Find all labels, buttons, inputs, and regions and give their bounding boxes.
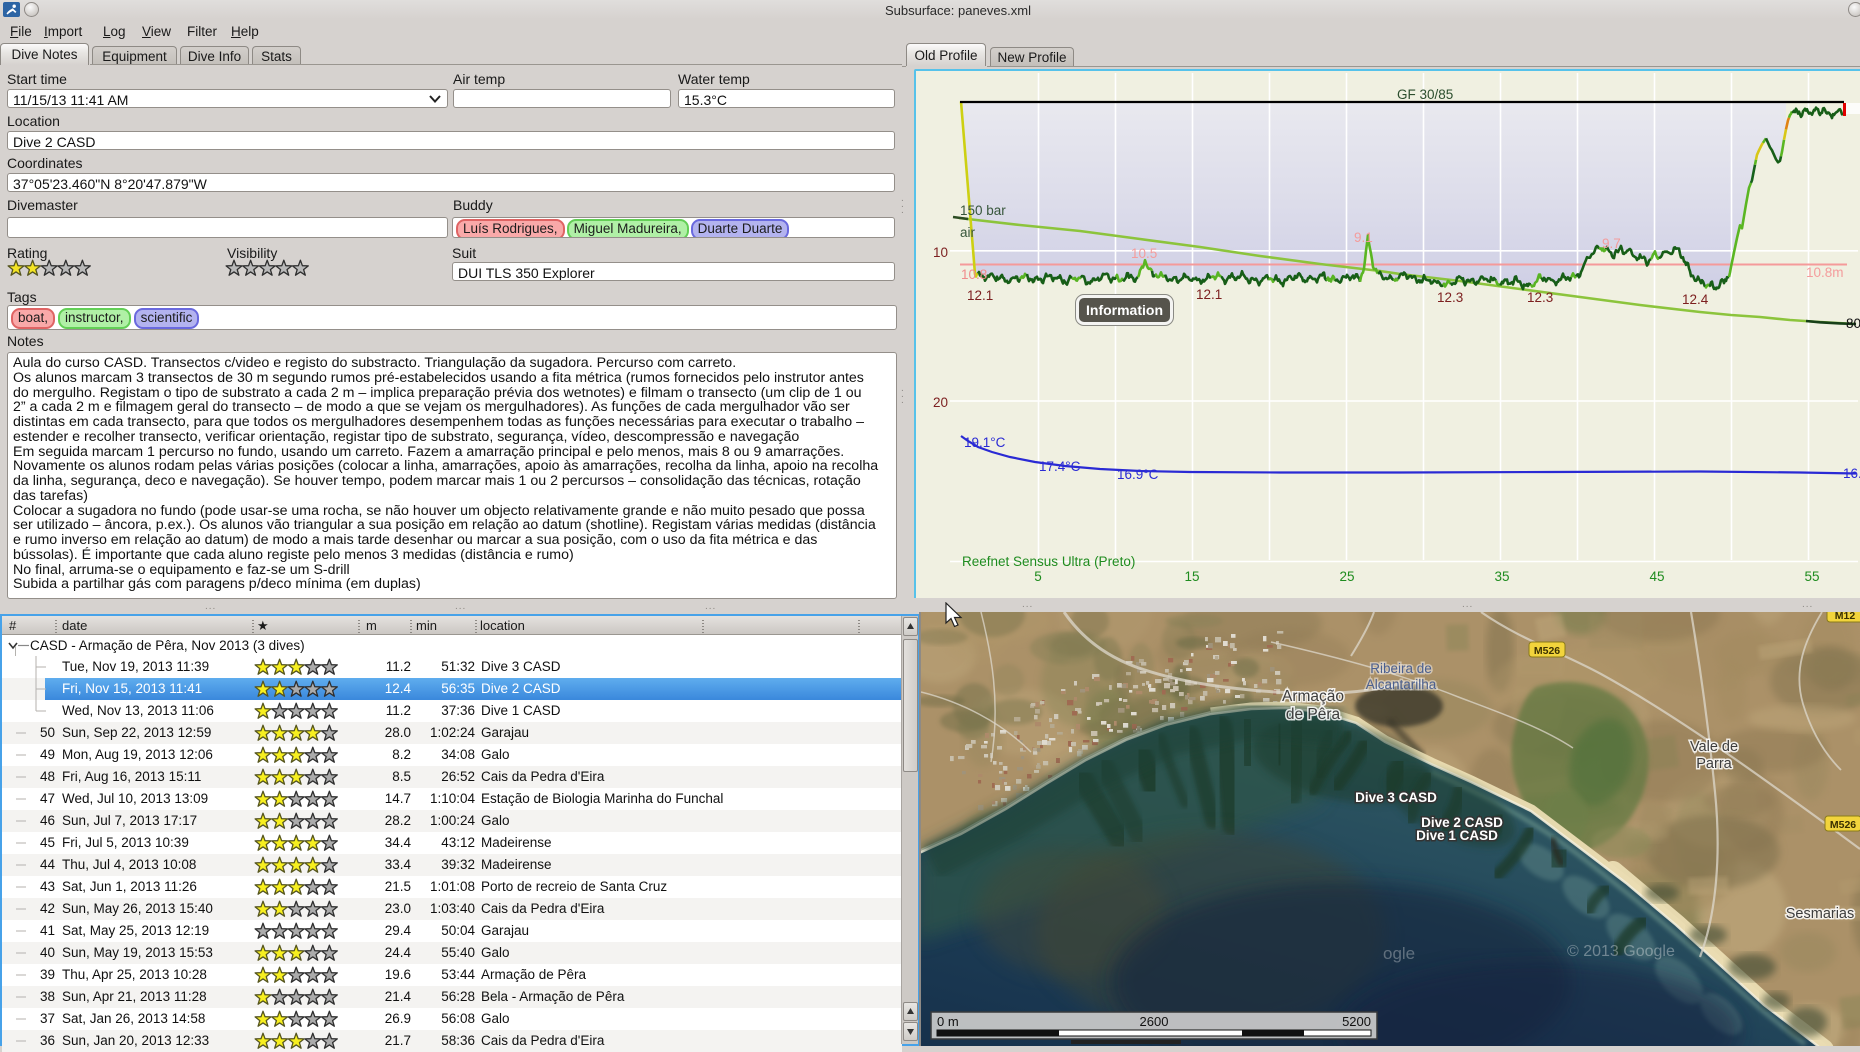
svg-text:ogle: ogle	[1383, 944, 1415, 963]
svg-text:12.3: 12.3	[1437, 290, 1463, 305]
svg-text:12.4: 12.4	[1682, 292, 1709, 307]
svg-text:20: 20	[933, 395, 948, 410]
svg-text:12.3: 12.3	[1527, 290, 1553, 305]
svg-text:9.1: 9.1	[1354, 230, 1373, 245]
svg-text:de Pêra: de Pêra	[1286, 706, 1341, 723]
svg-text:16.9°C: 16.9°C	[1117, 467, 1159, 482]
svg-text:air: air	[960, 225, 976, 240]
svg-text:10.8: 10.8	[961, 267, 987, 282]
svg-text:2600: 2600	[1140, 1014, 1169, 1029]
svg-text:M526: M526	[1534, 645, 1560, 657]
svg-text:Dive 1 CASD: Dive 1 CASD	[1416, 828, 1498, 843]
svg-text:55: 55	[1804, 569, 1819, 584]
svg-text:80: 80	[1846, 316, 1860, 331]
svg-text:Armação: Armação	[1282, 688, 1344, 705]
svg-text:5200: 5200	[1342, 1014, 1371, 1029]
svg-text:GF 30/85: GF 30/85	[1397, 87, 1453, 102]
svg-text:Parra: Parra	[1696, 756, 1732, 772]
svg-text:19.1°C: 19.1°C	[964, 435, 1006, 450]
svg-text:Dive 3 CASD: Dive 3 CASD	[1355, 790, 1437, 805]
svg-text:Sesmarias: Sesmarias	[1786, 906, 1855, 922]
svg-text:Alcantarilha: Alcantarilha	[1366, 677, 1437, 692]
svg-text:12.1: 12.1	[967, 288, 993, 303]
svg-text:12.1: 12.1	[1196, 287, 1222, 302]
svg-text:Reefnet Sensus Ultra (Preto): Reefnet Sensus Ultra (Preto)	[962, 554, 1135, 569]
svg-text:5: 5	[1034, 569, 1042, 584]
svg-text:9.7: 9.7	[1602, 236, 1621, 251]
svg-text:45: 45	[1649, 569, 1664, 584]
svg-text:17.4°C: 17.4°C	[1039, 459, 1081, 474]
svg-text:15: 15	[1184, 569, 1199, 584]
svg-text:35: 35	[1494, 569, 1509, 584]
svg-text:10.5: 10.5	[1131, 246, 1157, 261]
svg-text:10.8m: 10.8m	[1806, 265, 1844, 280]
svg-text:0 m: 0 m	[937, 1014, 959, 1029]
svg-text:Ribeira de: Ribeira de	[1370, 661, 1432, 676]
svg-text:Vale de: Vale de	[1690, 739, 1738, 755]
svg-text:M526: M526	[1830, 819, 1856, 831]
svg-text:150 bar: 150 bar	[960, 203, 1006, 218]
svg-text:M12: M12	[1835, 612, 1856, 622]
svg-text:25: 25	[1339, 569, 1354, 584]
svg-text:16.: 16.	[1843, 466, 1860, 481]
svg-text:10: 10	[933, 245, 948, 260]
svg-text:© 2013 Google: © 2013 Google	[1567, 943, 1675, 960]
